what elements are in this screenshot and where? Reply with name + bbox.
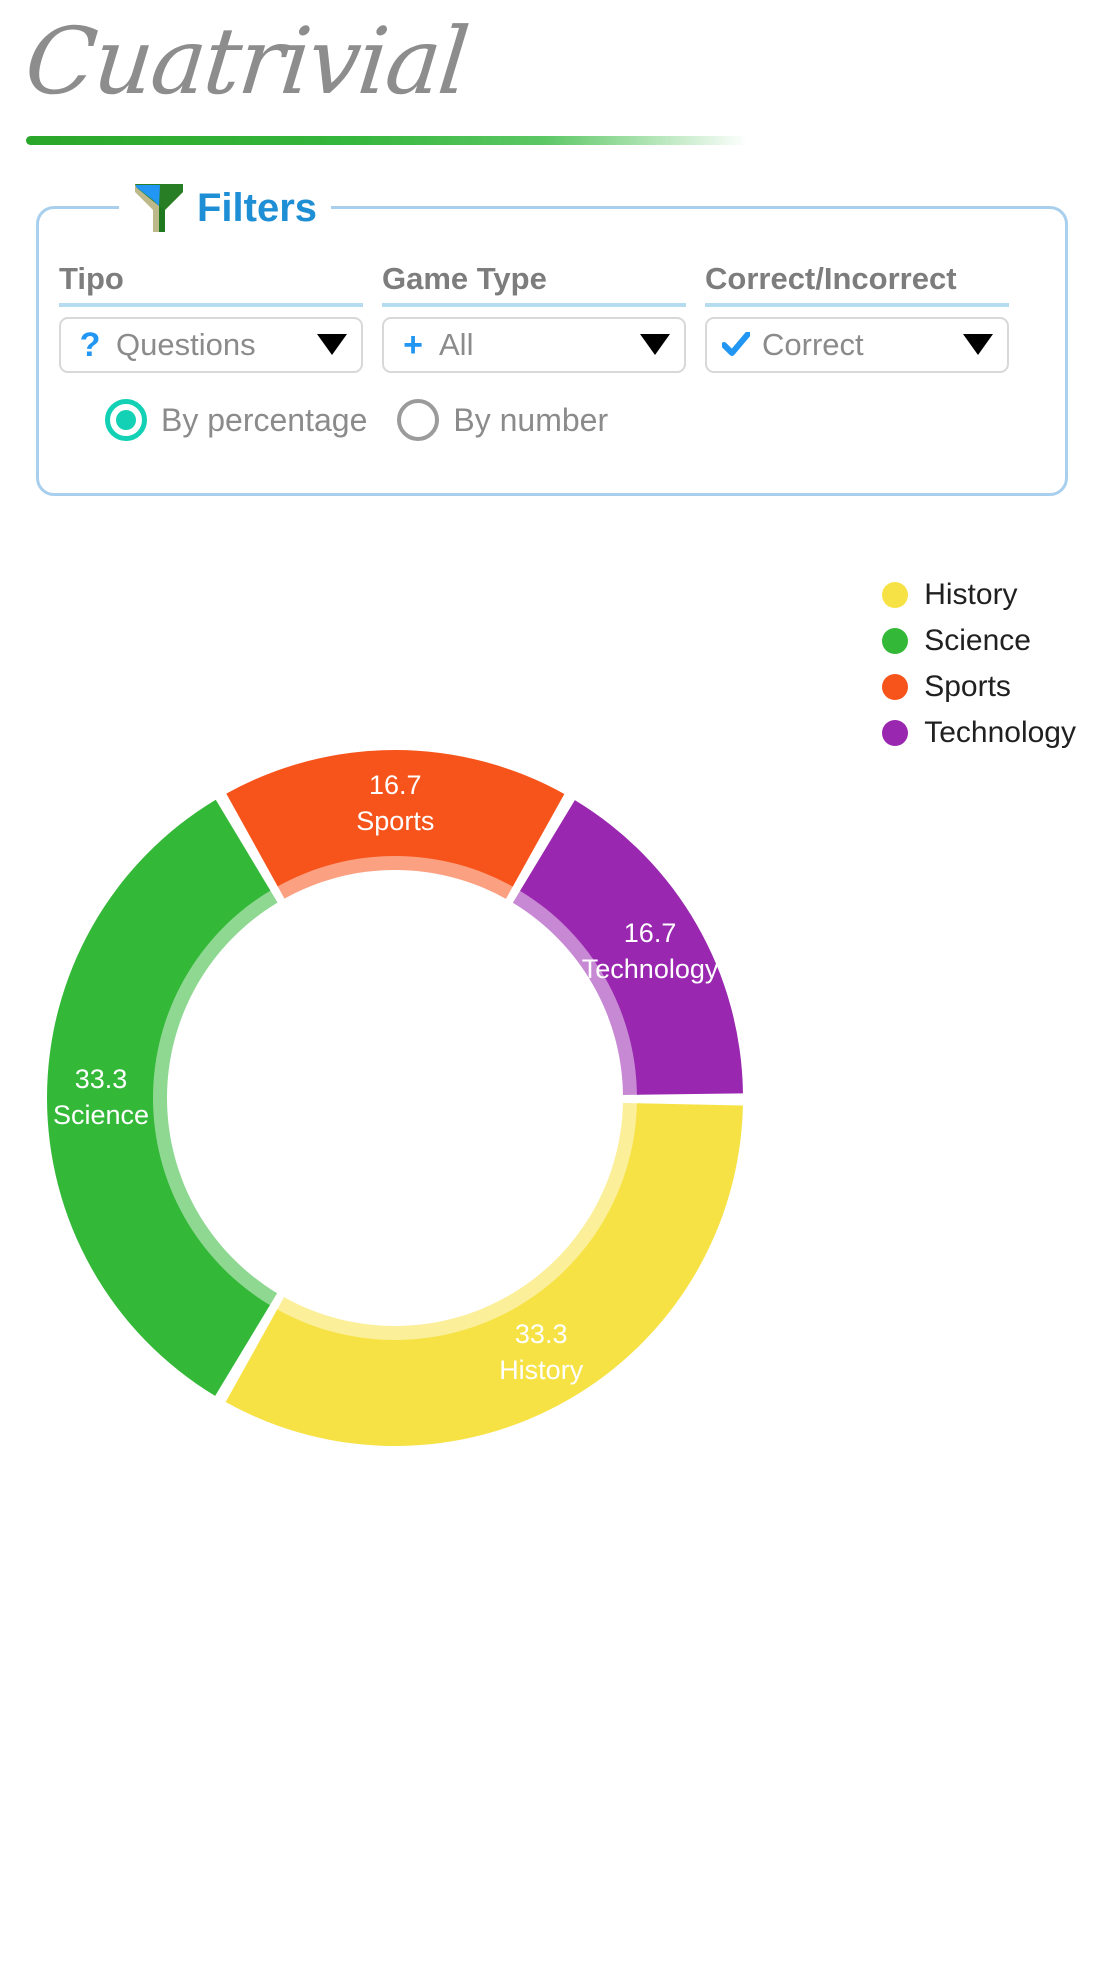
radio-by-number-label: By number	[453, 401, 609, 438]
correct-incorrect-select-value: Correct	[762, 326, 864, 362]
donut-slice-value-label: 33.3	[515, 1319, 568, 1349]
filters-panel: Filters Tipo ? Questions Game Type + All…	[36, 177, 1068, 496]
donut-chart-svg[interactable]: 16.7 Sports 16.7 Technology 33.3 History 33.3 S…	[0, 740, 1104, 1470]
legend-label: Science	[924, 624, 1031, 657]
legend-item-sports[interactable]: Sports	[882, 670, 1011, 704]
display-mode-radio-group: By percentage By number	[105, 399, 608, 441]
filters-title: Filters	[197, 186, 318, 230]
plus-icon: +	[403, 325, 423, 364]
legend-item-history[interactable]: History	[882, 578, 1018, 612]
legend-swatch-icon	[882, 628, 909, 654]
radio-by-number[interactable]: By number	[397, 399, 608, 441]
check-icon	[721, 329, 751, 361]
funnel-icon	[135, 184, 183, 232]
donut-slice-history[interactable]	[225, 1103, 743, 1446]
donut-slice-name-label: Technology	[582, 954, 719, 984]
radio-selected-icon[interactable]	[105, 399, 147, 441]
app-header: Cuatrivial	[0, 0, 1104, 152]
game-type-select-value: All	[439, 326, 474, 362]
chevron-down-icon[interactable]	[640, 334, 670, 356]
chevron-down-icon[interactable]	[317, 334, 347, 356]
donut-slice-name-label: Science	[53, 1100, 149, 1130]
donut-slice-value-label: 33.3	[75, 1064, 128, 1094]
donut-slice-value-label: 16.7	[369, 770, 422, 800]
filter-fields-row: Tipo ? Questions Game Type + All Correct…	[59, 261, 1051, 373]
filter-field-game-type: Game Type + All	[382, 261, 686, 373]
header-divider	[26, 136, 748, 145]
tipo-select[interactable]: ? Questions	[59, 316, 363, 373]
filter-label-tipo: Tipo	[59, 261, 363, 307]
donut-chart: 16.7 Sports 16.7 Technology 33.3 History 33.3 S…	[0, 740, 1104, 1470]
legend-label: History	[924, 578, 1018, 611]
legend-item-science[interactable]: Science	[882, 624, 1031, 658]
filter-label-correct-incorrect: Correct/Incorrect	[705, 261, 1009, 307]
donut-slice-name-label: Sports	[356, 806, 434, 836]
question-mark-icon: ?	[79, 325, 101, 364]
chevron-down-icon[interactable]	[963, 334, 993, 356]
correct-incorrect-select[interactable]: Correct	[705, 316, 1009, 373]
tipo-select-value: Questions	[116, 326, 256, 362]
filter-field-correct-incorrect: Correct/Incorrect Correct	[705, 261, 1009, 373]
donut-slice-value-label: 16.7	[624, 918, 677, 948]
game-type-select[interactable]: + All	[382, 316, 686, 373]
filter-field-tipo: Tipo ? Questions	[59, 261, 363, 373]
legend-swatch-icon	[882, 674, 909, 700]
radio-by-percentage[interactable]: By percentage	[105, 399, 367, 441]
chart-legend: History Science Sports Technology	[882, 578, 1076, 750]
radio-unselected-icon[interactable]	[397, 399, 440, 441]
app-logo: Cuatrivial	[20, 8, 473, 115]
filters-legend: Filters	[119, 177, 332, 239]
legend-label: Sports	[924, 670, 1011, 703]
filter-label-game-type: Game Type	[382, 261, 686, 307]
legend-swatch-icon	[882, 582, 909, 608]
donut-slice-name-label: History	[499, 1355, 584, 1385]
radio-by-percentage-label: By percentage	[161, 401, 368, 438]
